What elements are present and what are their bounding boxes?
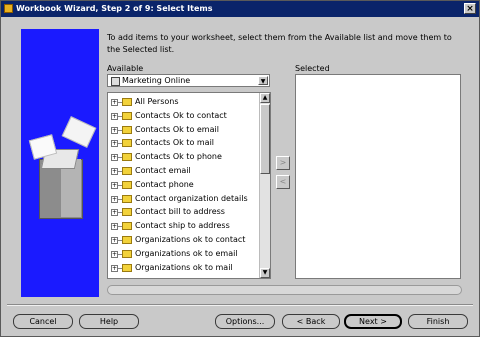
tree-folder-item[interactable]: + Organizations ok to mail	[110, 262, 260, 275]
tree-item-label: Contacts Ok to phone	[135, 152, 222, 162]
tree-item-label: Contact ship to address	[135, 221, 230, 231]
tree-folder-item[interactable]: + Contact email	[110, 165, 260, 178]
wizard-illustration	[21, 29, 99, 297]
expand-icon[interactable]: +	[111, 126, 118, 134]
tree-folder-item[interactable]: + Contact phone	[110, 179, 260, 192]
folder-icon	[122, 139, 132, 148]
scroll-thumb[interactable]	[260, 104, 270, 174]
expand-icon[interactable]: +	[111, 195, 118, 203]
horizontal-scrollbar[interactable]	[107, 285, 462, 295]
expand-icon[interactable]: +	[111, 140, 118, 148]
tree-item-label: Contact bill to address	[135, 207, 225, 217]
folder-icon	[122, 208, 132, 217]
expand-icon[interactable]: +	[111, 264, 118, 272]
tree-folder-item[interactable]: + Contacts Ok to contact	[110, 110, 260, 123]
remove-item-button[interactable]: <	[276, 175, 290, 189]
expand-icon[interactable]: +	[111, 112, 118, 120]
next-button[interactable]: Next >	[344, 314, 402, 329]
selected-list[interactable]	[295, 74, 461, 279]
folder-icon	[122, 125, 132, 134]
business-area-icon	[111, 77, 120, 86]
tree-item-label: Contacts Ok to mail	[135, 138, 215, 148]
selected-label: Selected	[295, 64, 330, 73]
expand-icon[interactable]: +	[111, 181, 118, 189]
scroll-down-button[interactable]: ▼	[260, 268, 270, 278]
tree-item-label: Contact email	[135, 166, 191, 175]
tree-item-label: All Persons	[135, 97, 179, 106]
title-bar: Workbook Wizard, Step 2 of 9: Select Ite…	[1, 1, 479, 17]
app-icon	[4, 4, 13, 13]
expand-icon[interactable]: +	[111, 168, 118, 175]
footer-divider	[7, 304, 473, 306]
folder-icon	[122, 153, 132, 162]
folder-icon	[122, 167, 132, 175]
tree-folder-item[interactable]: + Contact ship to address	[110, 220, 260, 233]
paper-graphic	[61, 116, 97, 148]
expand-icon[interactable]: +	[111, 223, 118, 231]
tree-item-label: Contact phone	[135, 179, 194, 189]
available-label: Available	[107, 64, 144, 73]
finish-button[interactable]: Finish	[408, 314, 468, 329]
folder-icon	[122, 222, 132, 231]
business-area-value: Marketing Online	[122, 76, 191, 85]
tree-folder-item[interactable]: + All Persons	[110, 96, 260, 109]
tree-item-label: Contacts Ok to contact	[135, 110, 227, 120]
tree-item-label: Organizations ok to mail	[135, 262, 233, 272]
folder-icon	[122, 194, 132, 203]
folder-icon	[122, 180, 132, 189]
folder-icon	[122, 263, 132, 272]
tree-item-label: Organizations ok to contact	[135, 235, 246, 244]
tree-folder-item[interactable]: + Contact organization details	[110, 193, 260, 206]
expand-icon[interactable]: +	[111, 209, 118, 217]
wizard-window: Workbook Wizard, Step 2 of 9: Select Ite…	[0, 0, 480, 337]
available-tree[interactable]: + Organizations ok to mail + Organizations …	[107, 92, 271, 279]
tree-folder-item[interactable]: + Contacts Ok to email	[110, 124, 260, 137]
folder-icon	[122, 98, 132, 106]
close-button[interactable]: ×	[464, 3, 476, 14]
expand-icon[interactable]: +	[111, 250, 118, 258]
expand-icon[interactable]: +	[111, 99, 118, 106]
folder-icon	[122, 236, 132, 244]
tree-item-label: Contact organization details	[135, 193, 248, 203]
instructions-text: To add items to your worksheet, select t…	[107, 33, 452, 54]
tree-item-label: Contacts Ok to email	[135, 124, 219, 134]
expand-icon[interactable]: +	[111, 154, 118, 162]
tree-item-label: Organizations ok to email	[135, 248, 238, 258]
tree-scrollbar[interactable]: ▲ ▼	[259, 93, 270, 278]
business-area-select[interactable]: Marketing Online ▼	[107, 74, 270, 87]
back-button[interactable]: < Back	[282, 314, 340, 329]
folder-icon	[122, 249, 132, 258]
scroll-up-button[interactable]: ▲	[260, 93, 270, 103]
tree-folder-item[interactable]: + Organizations ok to contact	[110, 234, 260, 247]
tree-folder-item[interactable]: + Contacts Ok to phone	[110, 151, 260, 164]
chevron-down-icon[interactable]: ▼	[258, 76, 268, 85]
options-button[interactable]: Options...	[215, 314, 275, 329]
cancel-button[interactable]: Cancel	[13, 314, 73, 329]
folder-icon	[122, 111, 132, 120]
add-item-button[interactable]: >	[276, 156, 290, 170]
tree-folder-item[interactable]: + Contacts Ok to mail	[110, 137, 260, 150]
expand-icon[interactable]: +	[111, 237, 118, 244]
tree-folder-item[interactable]: + Organizations ok to email	[110, 248, 260, 261]
tree-folder-item[interactable]: + Contact bill to address	[110, 206, 260, 219]
window-title: Workbook Wizard, Step 2 of 9: Select Ite…	[16, 4, 213, 13]
help-button[interactable]: Help	[79, 314, 139, 329]
